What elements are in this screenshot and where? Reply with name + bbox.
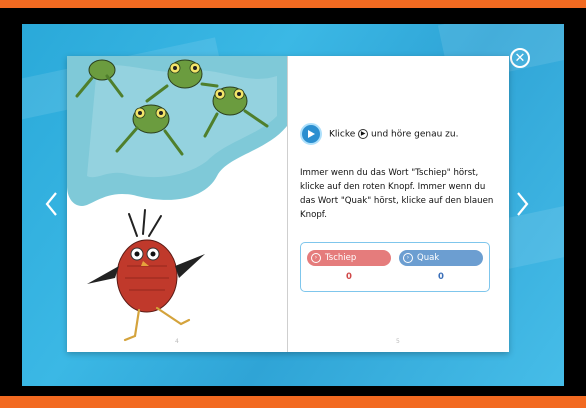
dancing-bird-illustration <box>87 209 205 342</box>
right-page-number: 5 <box>396 338 400 345</box>
left-page: 4 <box>67 56 287 352</box>
instruction-prefix: Klicke <box>329 129 356 140</box>
play-icon <box>308 130 315 138</box>
play-audio-button[interactable] <box>300 123 322 145</box>
instruction-suffix: und höre genau zu. <box>371 129 459 140</box>
quak-button[interactable]: › Quak <box>399 250 483 266</box>
tschiep-score: 0 <box>346 272 352 282</box>
top-frame-bar <box>0 0 586 8</box>
open-book: 4 Klicke ▶ und höre genau zu. Immer wenn… <box>67 56 509 352</box>
chevron-circle-icon: › <box>311 253 321 263</box>
quak-label: Quak <box>417 253 440 263</box>
tschiep-label: Tschiep <box>325 253 357 263</box>
left-page-number: 4 <box>175 338 179 345</box>
instruction-text: Klicke ▶ und höre genau zu. <box>329 128 459 140</box>
next-page-button[interactable] <box>512 189 532 219</box>
reader-stage: ✕ 4 Klicke ▶ und höre genau zu. Immer we… <box>22 24 564 386</box>
chevron-right-icon <box>517 192 529 216</box>
inline-play-icon: ▶ <box>358 128 369 139</box>
bottom-frame-bar <box>0 396 586 408</box>
tschiep-button[interactable]: › Tschiep <box>307 250 391 266</box>
instruction-row: Klicke ▶ und höre genau zu. <box>300 123 458 145</box>
close-icon: ✕ <box>514 50 526 66</box>
chevron-circle-icon: › <box>403 253 413 263</box>
close-button[interactable]: ✕ <box>510 48 530 68</box>
chevron-left-icon <box>45 192 57 216</box>
quak-score: 0 <box>438 272 444 282</box>
score-panel: › Tschiep › Quak 0 0 <box>300 242 490 292</box>
task-description: Immer wenn du das Wort "Tschiep" hörst, … <box>300 168 494 220</box>
right-page: Klicke ▶ und höre genau zu. Immer wenn d… <box>288 56 509 352</box>
previous-page-button[interactable] <box>42 189 62 219</box>
